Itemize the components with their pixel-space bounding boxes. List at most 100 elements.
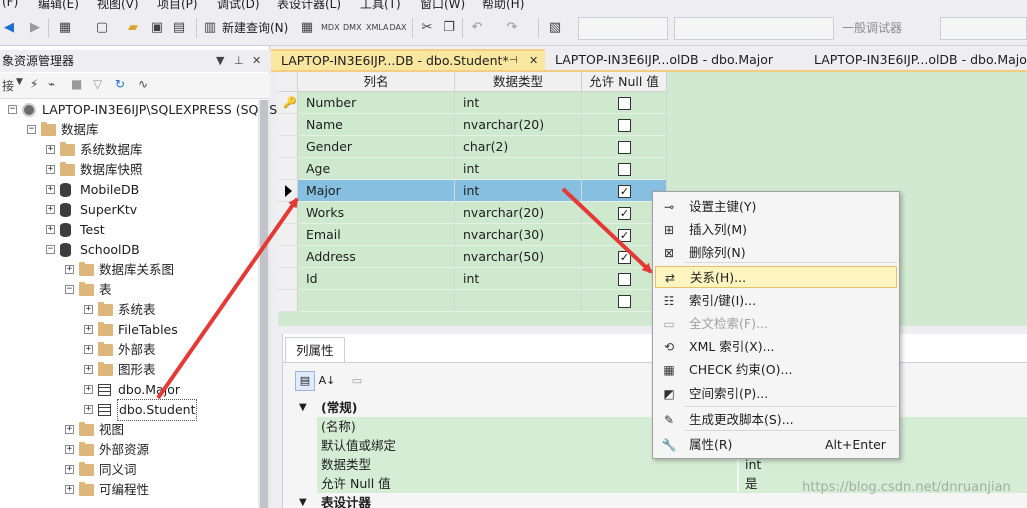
close-icon[interactable]: ✕: [252, 50, 261, 72]
data-type-cell[interactable]: int: [455, 268, 582, 290]
column-name-cell[interactable]: Number: [298, 92, 455, 114]
dmx-icon[interactable]: DMX: [343, 19, 362, 37]
expand-icon[interactable]: +: [46, 185, 55, 194]
collapse-icon[interactable]: −: [8, 105, 17, 114]
debugger-button[interactable]: 一般调试器: [842, 19, 902, 37]
tree-node[interactable]: + 系统表: [0, 300, 258, 320]
collapse-icon[interactable]: ▼: [299, 398, 307, 417]
row-selector[interactable]: [278, 202, 298, 224]
context-menu-item[interactable]: ⊠ 删除列(N): [655, 242, 897, 264]
column-row[interactable]: Name nvarchar(20): [278, 114, 667, 136]
allow-null-checkbox[interactable]: ✓: [618, 185, 631, 198]
tree-node[interactable]: + 视图: [0, 420, 258, 440]
tree-node[interactable]: − 数据库: [0, 120, 258, 140]
back-icon[interactable]: ◀: [0, 19, 18, 37]
column-row[interactable]: Gender char(2): [278, 136, 667, 158]
data-type-cell[interactable]: nvarchar(20): [455, 114, 582, 136]
connect-plug-icon[interactable]: ⚡: [30, 77, 38, 91]
allow-null-checkbox[interactable]: [618, 141, 631, 154]
row-selector[interactable]: [278, 114, 298, 136]
new-project-icon[interactable]: ▦: [56, 19, 74, 37]
expand-icon[interactable]: +: [65, 265, 74, 274]
expand-icon[interactable]: +: [46, 145, 55, 154]
menu-project[interactable]: 项目(P): [157, 0, 198, 10]
stop-icon[interactable]: ■: [71, 77, 82, 91]
tree-node[interactable]: + 图形表: [0, 360, 258, 380]
expand-icon[interactable]: +: [84, 345, 93, 354]
query-db-icon[interactable]: ▦: [298, 19, 316, 37]
context-menu-item[interactable]: 🔧 属性(R) Alt+Enter: [655, 434, 897, 456]
tab-close-icon[interactable]: ✕: [529, 51, 538, 70]
collapse-icon[interactable]: ▼: [299, 493, 307, 508]
tree-node[interactable]: + dbo.Major: [0, 380, 258, 400]
tree-node[interactable]: + dbo.Student: [0, 399, 258, 421]
data-type-cell[interactable]: nvarchar(30): [455, 224, 582, 246]
categorized-icon[interactable]: ▤: [295, 371, 315, 391]
redo-icon[interactable]: ↷: [503, 19, 521, 37]
context-menu-item[interactable]: ☷ 索引/键(I)...: [655, 290, 897, 312]
tree-node[interactable]: + 外部资源: [0, 440, 258, 460]
column-row[interactable]: Major int ✓: [278, 180, 667, 202]
data-type-cell[interactable]: nvarchar(50): [455, 246, 582, 268]
menu-view[interactable]: 视图(V): [97, 0, 139, 10]
column-name-cell[interactable]: Works: [298, 202, 455, 224]
collapse-icon[interactable]: −: [27, 125, 36, 134]
menu-table-designer[interactable]: 表设计器(L): [277, 0, 341, 10]
tab-major-query[interactable]: LAPTOP-IN3E6IJP...olDB - dbo.Major: [804, 49, 1027, 70]
data-type-cell[interactable]: nvarchar(20): [455, 202, 582, 224]
tree-node[interactable]: + 可编程性: [0, 480, 258, 500]
refresh-icon[interactable]: ↻: [115, 77, 125, 91]
alphabetical-icon[interactable]: A↓: [317, 371, 337, 391]
object-explorer-scrollbar[interactable]: [258, 100, 270, 508]
row-selector[interactable]: [278, 268, 298, 290]
column-name-cell[interactable]: Address: [298, 246, 455, 268]
object-explorer-scroll-thumb[interactable]: [260, 100, 268, 508]
collapse-icon[interactable]: −: [65, 285, 74, 294]
tree-node[interactable]: + Test: [0, 220, 258, 240]
expand-icon[interactable]: +: [46, 205, 55, 214]
connect-button[interactable]: 接: [2, 77, 14, 94]
expand-icon[interactable]: +: [46, 225, 55, 234]
allow-null-checkbox[interactable]: [618, 273, 631, 286]
expand-icon[interactable]: +: [84, 325, 93, 334]
save-icon[interactable]: ▣: [148, 19, 166, 37]
cut-icon[interactable]: ✂: [418, 19, 436, 37]
menu-edit[interactable]: 编辑(E): [38, 0, 79, 10]
column-row[interactable]: 🔑 Number int: [278, 92, 667, 114]
allow-null-checkbox[interactable]: [618, 163, 631, 176]
expand-icon[interactable]: +: [65, 465, 74, 474]
tree-node[interactable]: − SchoolDB: [0, 240, 258, 260]
tree-node[interactable]: − 表: [0, 280, 258, 300]
pin-icon[interactable]: ⊥: [234, 50, 244, 72]
find-combo[interactable]: [940, 17, 1027, 40]
collapse-icon[interactable]: −: [46, 245, 55, 254]
menu-window[interactable]: 窗口(W): [420, 0, 465, 10]
menu-file[interactable]: (F): [2, 0, 18, 9]
row-selector[interactable]: [278, 290, 298, 312]
expand-icon[interactable]: +: [84, 305, 93, 314]
allow-null-checkbox[interactable]: ✓: [618, 207, 631, 220]
tree-node[interactable]: − LAPTOP-IN3E6IJP\SQLEXPRESS (SQL Se: [0, 100, 285, 120]
expand-icon[interactable]: +: [65, 485, 74, 494]
tree-node[interactable]: + 系统数据库: [0, 140, 258, 160]
context-menu-item[interactable]: ✎ 生成更改脚本(S)...: [655, 409, 897, 431]
forward-icon[interactable]: ▶: [26, 19, 44, 37]
tree-node[interactable]: + 同义词: [0, 460, 258, 480]
allow-null-checkbox[interactable]: ✓: [618, 251, 631, 264]
column-row[interactable]: Age int: [278, 158, 667, 180]
connect-dropdown-icon[interactable]: ▼: [16, 77, 23, 87]
column-row[interactable]: Works nvarchar(20) ✓: [278, 202, 667, 224]
undo-icon[interactable]: ↶: [468, 19, 486, 37]
context-menu-item[interactable]: ⊞ 插入列(M): [655, 219, 897, 241]
column-name-cell[interactable]: Age: [298, 158, 455, 180]
tree-node[interactable]: + SuperKtv: [0, 200, 258, 220]
column-row[interactable]: Email nvarchar(30) ✓: [278, 224, 667, 246]
expand-icon[interactable]: +: [84, 385, 93, 394]
tab-major-design[interactable]: LAPTOP-IN3E6IJP...olDB - dbo.Major: [545, 49, 811, 70]
context-menu-item[interactable]: ⇄ 关系(H)...: [655, 266, 897, 288]
expand-icon[interactable]: +: [84, 365, 93, 374]
tree-node[interactable]: + 数据库快照: [0, 160, 258, 180]
expand-icon[interactable]: +: [46, 165, 55, 174]
tab-pin-icon[interactable]: ⊣: [509, 51, 518, 70]
new-query-button[interactable]: 新建查询(N): [222, 19, 288, 37]
